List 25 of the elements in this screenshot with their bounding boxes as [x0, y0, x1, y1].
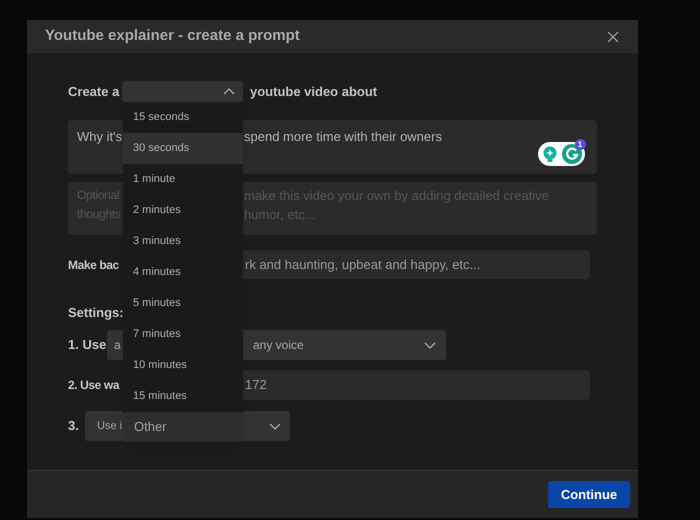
dialog-title: Youtube explainer - create a prompt	[45, 26, 300, 46]
field-text: 172	[245, 376, 267, 394]
menu-item[interactable]: 5 minutes	[123, 288, 243, 319]
menu-item[interactable]: 30 seconds	[123, 133, 243, 164]
menu-item[interactable]: Other	[123, 412, 243, 442]
close-button[interactable]	[606, 30, 620, 44]
field-text: Why it's	[77, 129, 122, 144]
menu-item[interactable]: 2 minutes	[123, 195, 243, 226]
chevron-down-icon	[424, 342, 436, 348]
close-icon	[607, 30, 619, 42]
grammarly-badge[interactable]: 1	[538, 142, 585, 166]
section-label: Settings:	[68, 305, 125, 321]
lightbulb-icon	[542, 146, 558, 162]
chevron-down-icon	[269, 422, 281, 430]
label: 1. Use	[68, 337, 106, 352]
label: 2. Use wa	[68, 378, 120, 392]
label: 3.	[68, 418, 79, 433]
continue-button[interactable]: Continue	[548, 481, 630, 508]
label: youtube video about	[250, 82, 378, 101]
placeholder-text: rk and haunting, upbeat and happy, etc...	[245, 256, 480, 274]
chevron-up-icon	[223, 88, 235, 95]
label: Create a	[68, 82, 120, 101]
label: Make bac	[68, 258, 119, 272]
count-badge: 1	[574, 139, 586, 150]
field-text: spend more time with their owners	[244, 128, 442, 146]
